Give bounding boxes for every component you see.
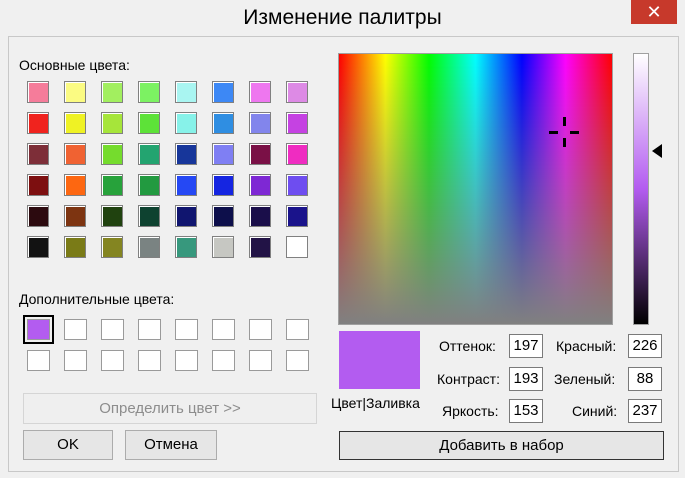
- basic-color-swatch[interactable]: [175, 174, 197, 196]
- basic-colors-label: Основные цвета:: [19, 57, 130, 73]
- basic-color-swatch[interactable]: [286, 81, 308, 103]
- saturation-field[interactable]: 193: [509, 367, 543, 391]
- basic-color-swatch[interactable]: [27, 112, 49, 134]
- luminosity-field[interactable]: 153: [509, 399, 543, 423]
- custom-color-swatch[interactable]: [212, 319, 235, 340]
- luminosity-label: Яркость:: [442, 403, 499, 419]
- basic-color-swatch[interactable]: [286, 143, 308, 165]
- custom-color-swatch[interactable]: [23, 315, 54, 344]
- define-custom-color-button: Определить цвет >>: [23, 393, 317, 424]
- color-preview: [339, 331, 420, 389]
- custom-color-swatch[interactable]: [249, 350, 272, 371]
- basic-color-swatch[interactable]: [64, 143, 86, 165]
- hue-field[interactable]: 197: [509, 334, 543, 358]
- blue-label: Синий:: [572, 403, 618, 419]
- custom-color-swatch[interactable]: [138, 319, 161, 340]
- basic-color-swatch[interactable]: [27, 81, 49, 103]
- basic-color-swatch[interactable]: [212, 236, 234, 258]
- custom-color-swatch[interactable]: [101, 350, 124, 371]
- basic-color-swatch[interactable]: [138, 143, 160, 165]
- basic-color-swatch[interactable]: [138, 205, 160, 227]
- basic-color-swatch[interactable]: [138, 81, 160, 103]
- color-preview-label: Цвет|Заливка: [331, 395, 420, 411]
- basic-color-swatch[interactable]: [27, 174, 49, 196]
- basic-color-swatch[interactable]: [138, 174, 160, 196]
- custom-color-swatch[interactable]: [175, 350, 198, 371]
- basic-color-swatch[interactable]: [64, 236, 86, 258]
- basic-color-swatch[interactable]: [101, 143, 123, 165]
- basic-color-swatch[interactable]: [101, 236, 123, 258]
- custom-color-swatch[interactable]: [286, 319, 309, 340]
- saturation-label: Контраст:: [437, 371, 500, 387]
- basic-color-swatch[interactable]: [64, 174, 86, 196]
- basic-color-swatch[interactable]: [101, 112, 123, 134]
- basic-color-swatch[interactable]: [212, 174, 234, 196]
- basic-color-swatch[interactable]: [286, 112, 308, 134]
- cancel-button[interactable]: Отмена: [125, 430, 217, 460]
- custom-color-swatch[interactable]: [64, 350, 87, 371]
- custom-color-swatch[interactable]: [64, 319, 87, 340]
- basic-color-swatch[interactable]: [212, 112, 234, 134]
- basic-color-swatch[interactable]: [249, 112, 271, 134]
- basic-color-swatch[interactable]: [212, 205, 234, 227]
- basic-color-swatch[interactable]: [138, 112, 160, 134]
- basic-color-swatch[interactable]: [138, 236, 160, 258]
- blue-field[interactable]: 237: [628, 399, 662, 423]
- color-spectrum[interactable]: [338, 53, 613, 325]
- dialog-client: Основные цвета: Дополнительные цвета: Оп…: [8, 36, 679, 472]
- crosshair-icon: [549, 117, 579, 147]
- custom-color-swatch[interactable]: [27, 350, 50, 371]
- basic-color-swatch[interactable]: [64, 112, 86, 134]
- basic-color-swatch[interactable]: [64, 205, 86, 227]
- close-icon: ✕: [646, 2, 662, 22]
- basic-color-swatch[interactable]: [27, 205, 49, 227]
- window-title: Изменение палитры: [243, 6, 442, 29]
- custom-color-swatch[interactable]: [249, 319, 272, 340]
- close-button[interactable]: ✕: [631, 0, 677, 24]
- basic-color-swatch[interactable]: [27, 143, 49, 165]
- basic-color-swatch[interactable]: [212, 143, 234, 165]
- basic-color-swatch[interactable]: [101, 205, 123, 227]
- basic-color-swatch[interactable]: [249, 81, 271, 103]
- basic-color-swatch[interactable]: [286, 205, 308, 227]
- red-label: Красный:: [556, 338, 617, 354]
- custom-color-swatch[interactable]: [138, 350, 161, 371]
- basic-color-swatch[interactable]: [212, 81, 234, 103]
- ok-button[interactable]: OK: [23, 430, 113, 460]
- luminosity-arrow-icon[interactable]: [652, 144, 662, 158]
- basic-color-swatch[interactable]: [64, 81, 86, 103]
- basic-color-swatch[interactable]: [101, 81, 123, 103]
- red-field[interactable]: 226: [628, 334, 662, 358]
- basic-color-swatch[interactable]: [249, 205, 271, 227]
- custom-color-swatch[interactable]: [101, 319, 124, 340]
- green-field[interactable]: 88: [628, 367, 662, 391]
- custom-color-swatch[interactable]: [175, 319, 198, 340]
- basic-color-swatch[interactable]: [101, 174, 123, 196]
- custom-colors-label: Дополнительные цвета:: [19, 291, 175, 307]
- basic-color-swatch[interactable]: [175, 236, 197, 258]
- titlebar: Изменение палитры ✕: [0, 0, 685, 36]
- basic-color-swatch[interactable]: [27, 236, 49, 258]
- basic-color-swatch[interactable]: [175, 81, 197, 103]
- green-label: Зеленый:: [554, 371, 616, 387]
- luminosity-slider[interactable]: [633, 53, 649, 325]
- basic-color-swatch[interactable]: [175, 112, 197, 134]
- basic-color-swatch[interactable]: [286, 174, 308, 196]
- hue-label: Оттенок:: [439, 338, 496, 354]
- basic-color-swatch[interactable]: [286, 236, 308, 258]
- basic-color-swatch[interactable]: [175, 205, 197, 227]
- add-to-custom-colors-button[interactable]: Добавить в набор: [339, 431, 664, 460]
- custom-color-swatch[interactable]: [286, 350, 309, 371]
- basic-color-swatch[interactable]: [249, 236, 271, 258]
- basic-color-swatch[interactable]: [175, 143, 197, 165]
- basic-color-swatch[interactable]: [249, 143, 271, 165]
- custom-color-swatch[interactable]: [212, 350, 235, 371]
- basic-color-swatch[interactable]: [249, 174, 271, 196]
